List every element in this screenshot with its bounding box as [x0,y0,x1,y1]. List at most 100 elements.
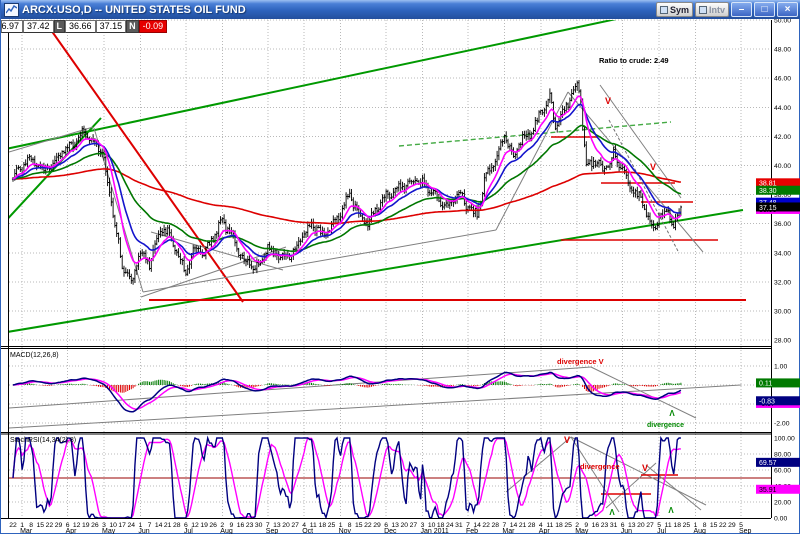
svg-text:V: V [605,96,611,106]
quote-net-label: N [126,20,139,33]
svg-text:60.00: 60.00 [774,468,791,475]
svg-text:Apr: Apr [539,528,551,534]
svg-text:MACD(12,26,8): MACD(12,26,8) [10,352,59,359]
axis-labels: 50.0048.0046.0044.0042.0040.0038.0036.00… [9,18,795,534]
titlebar-buttons: Sym Intv – □ × [655,2,798,17]
svg-text:27: 27 [291,522,299,529]
svg-text:Jun: Jun [138,528,149,534]
svg-text:V: V [564,435,570,445]
svg-text:22: 22 [9,522,17,529]
svg-text:divergence V: divergence V [557,357,604,366]
moving-average [12,124,682,252]
svg-text:24: 24 [128,522,136,529]
macd-histogram-down [38,385,660,393]
svg-text:22: 22 [719,522,727,529]
svg-text:20: 20 [637,522,645,529]
macd-signal-line [12,372,682,410]
title-bar: ARCX:USO,D -- UNITED STATES OIL FUND Sym… [1,0,800,19]
svg-text:80.00: 80.00 [774,452,791,459]
svg-text:Apr: Apr [66,528,78,534]
svg-text:22: 22 [46,522,54,529]
quote-high: 37.42 [23,20,54,33]
svg-text:Dec: Dec [384,528,397,534]
svg-text:StochRSI(14,34(2),8): StochRSI(14,34(2),8) [10,437,76,444]
maximize-button[interactable]: □ [754,2,775,17]
app-icon [4,2,19,17]
svg-text:divergence: divergence [647,422,684,429]
svg-text:28: 28 [173,522,181,529]
close-button[interactable]: × [777,2,798,17]
svg-text:44.00: 44.00 [774,105,791,112]
svg-text:May: May [575,528,589,534]
svg-text:15: 15 [355,522,363,529]
svg-text:Nov: Nov [339,528,352,534]
svg-text:25: 25 [683,522,691,529]
svg-text:38.30: 38.30 [759,188,777,195]
svg-text:37.15: 37.15 [759,205,777,212]
minimize-button[interactable]: – [731,2,752,17]
quote-low: 36.66 [65,20,96,33]
quote-bar: 36.97 37.42 L 36.66 37.15 N -0.09 [1,20,168,33]
svg-text:Λ: Λ [669,409,675,418]
svg-text:Jun: Jun [621,528,632,534]
svg-text:20: 20 [401,522,409,529]
svg-text:31: 31 [455,522,463,529]
svg-text:Feb: Feb [466,528,478,534]
svg-text:Λ: Λ [609,508,615,517]
svg-text:27: 27 [646,522,654,529]
svg-text:36.00: 36.00 [774,221,791,228]
svg-text:Oct: Oct [302,528,313,534]
svg-text:26: 26 [91,522,99,529]
svg-text:35.91: 35.91 [759,487,777,494]
svg-text:Jul: Jul [184,528,193,534]
svg-text:0.00: 0.00 [774,516,787,523]
svg-text:28.00: 28.00 [774,338,791,345]
quote-open: 36.97 [1,20,23,33]
svg-text:25: 25 [328,522,336,529]
svg-text:20: 20 [282,522,290,529]
svg-text:40.00: 40.00 [774,163,791,170]
svg-text:18: 18 [319,522,327,529]
maximize-icon: □ [761,4,768,15]
svg-text:18: 18 [555,522,563,529]
svg-text:25: 25 [564,522,572,529]
svg-text:Jan 2011: Jan 2011 [421,528,449,534]
svg-text:22: 22 [364,522,372,529]
intv-button[interactable]: Intv [694,2,729,17]
svg-text:19: 19 [82,522,90,529]
svg-text:30: 30 [255,522,263,529]
svg-text:32.00: 32.00 [774,279,791,286]
moving-average [12,95,682,264]
svg-text:V: V [650,162,656,172]
svg-text:22: 22 [482,522,490,529]
svg-text:Sep: Sep [739,528,752,534]
svg-text:69.57: 69.57 [759,460,777,467]
svg-text:21: 21 [164,522,172,529]
svg-text:14: 14 [155,522,163,529]
svg-text:Λ: Λ [668,506,674,515]
sym-button-label: Sym [669,4,689,15]
sym-button[interactable]: Sym [655,2,693,17]
minimize-icon: – [738,4,745,15]
svg-text:18: 18 [674,522,682,529]
svg-text:26: 26 [209,522,217,529]
svg-text:29: 29 [55,522,63,529]
svg-text:30.00: 30.00 [774,309,791,316]
svg-text:Mar: Mar [20,528,33,534]
svg-text:21: 21 [519,522,527,529]
svg-text:Aug: Aug [220,528,233,534]
svg-text:31: 31 [610,522,618,529]
svg-text:23: 23 [246,522,254,529]
svg-text:17: 17 [118,522,126,529]
svg-text:16: 16 [592,522,600,529]
svg-text:0.11: 0.11 [759,381,772,388]
svg-text:V: V [642,463,648,473]
svg-text:Sep: Sep [266,528,279,534]
svg-text:19: 19 [200,522,208,529]
svg-text:-2.00: -2.00 [774,421,790,428]
svg-text:28: 28 [528,522,536,529]
quote-net-change: -0.09 [138,20,168,33]
chart-canvas[interactable]: 50.0048.0046.0044.0042.0040.0038.0036.00… [1,0,800,534]
svg-text:May: May [102,528,116,534]
price-bars [11,80,682,285]
